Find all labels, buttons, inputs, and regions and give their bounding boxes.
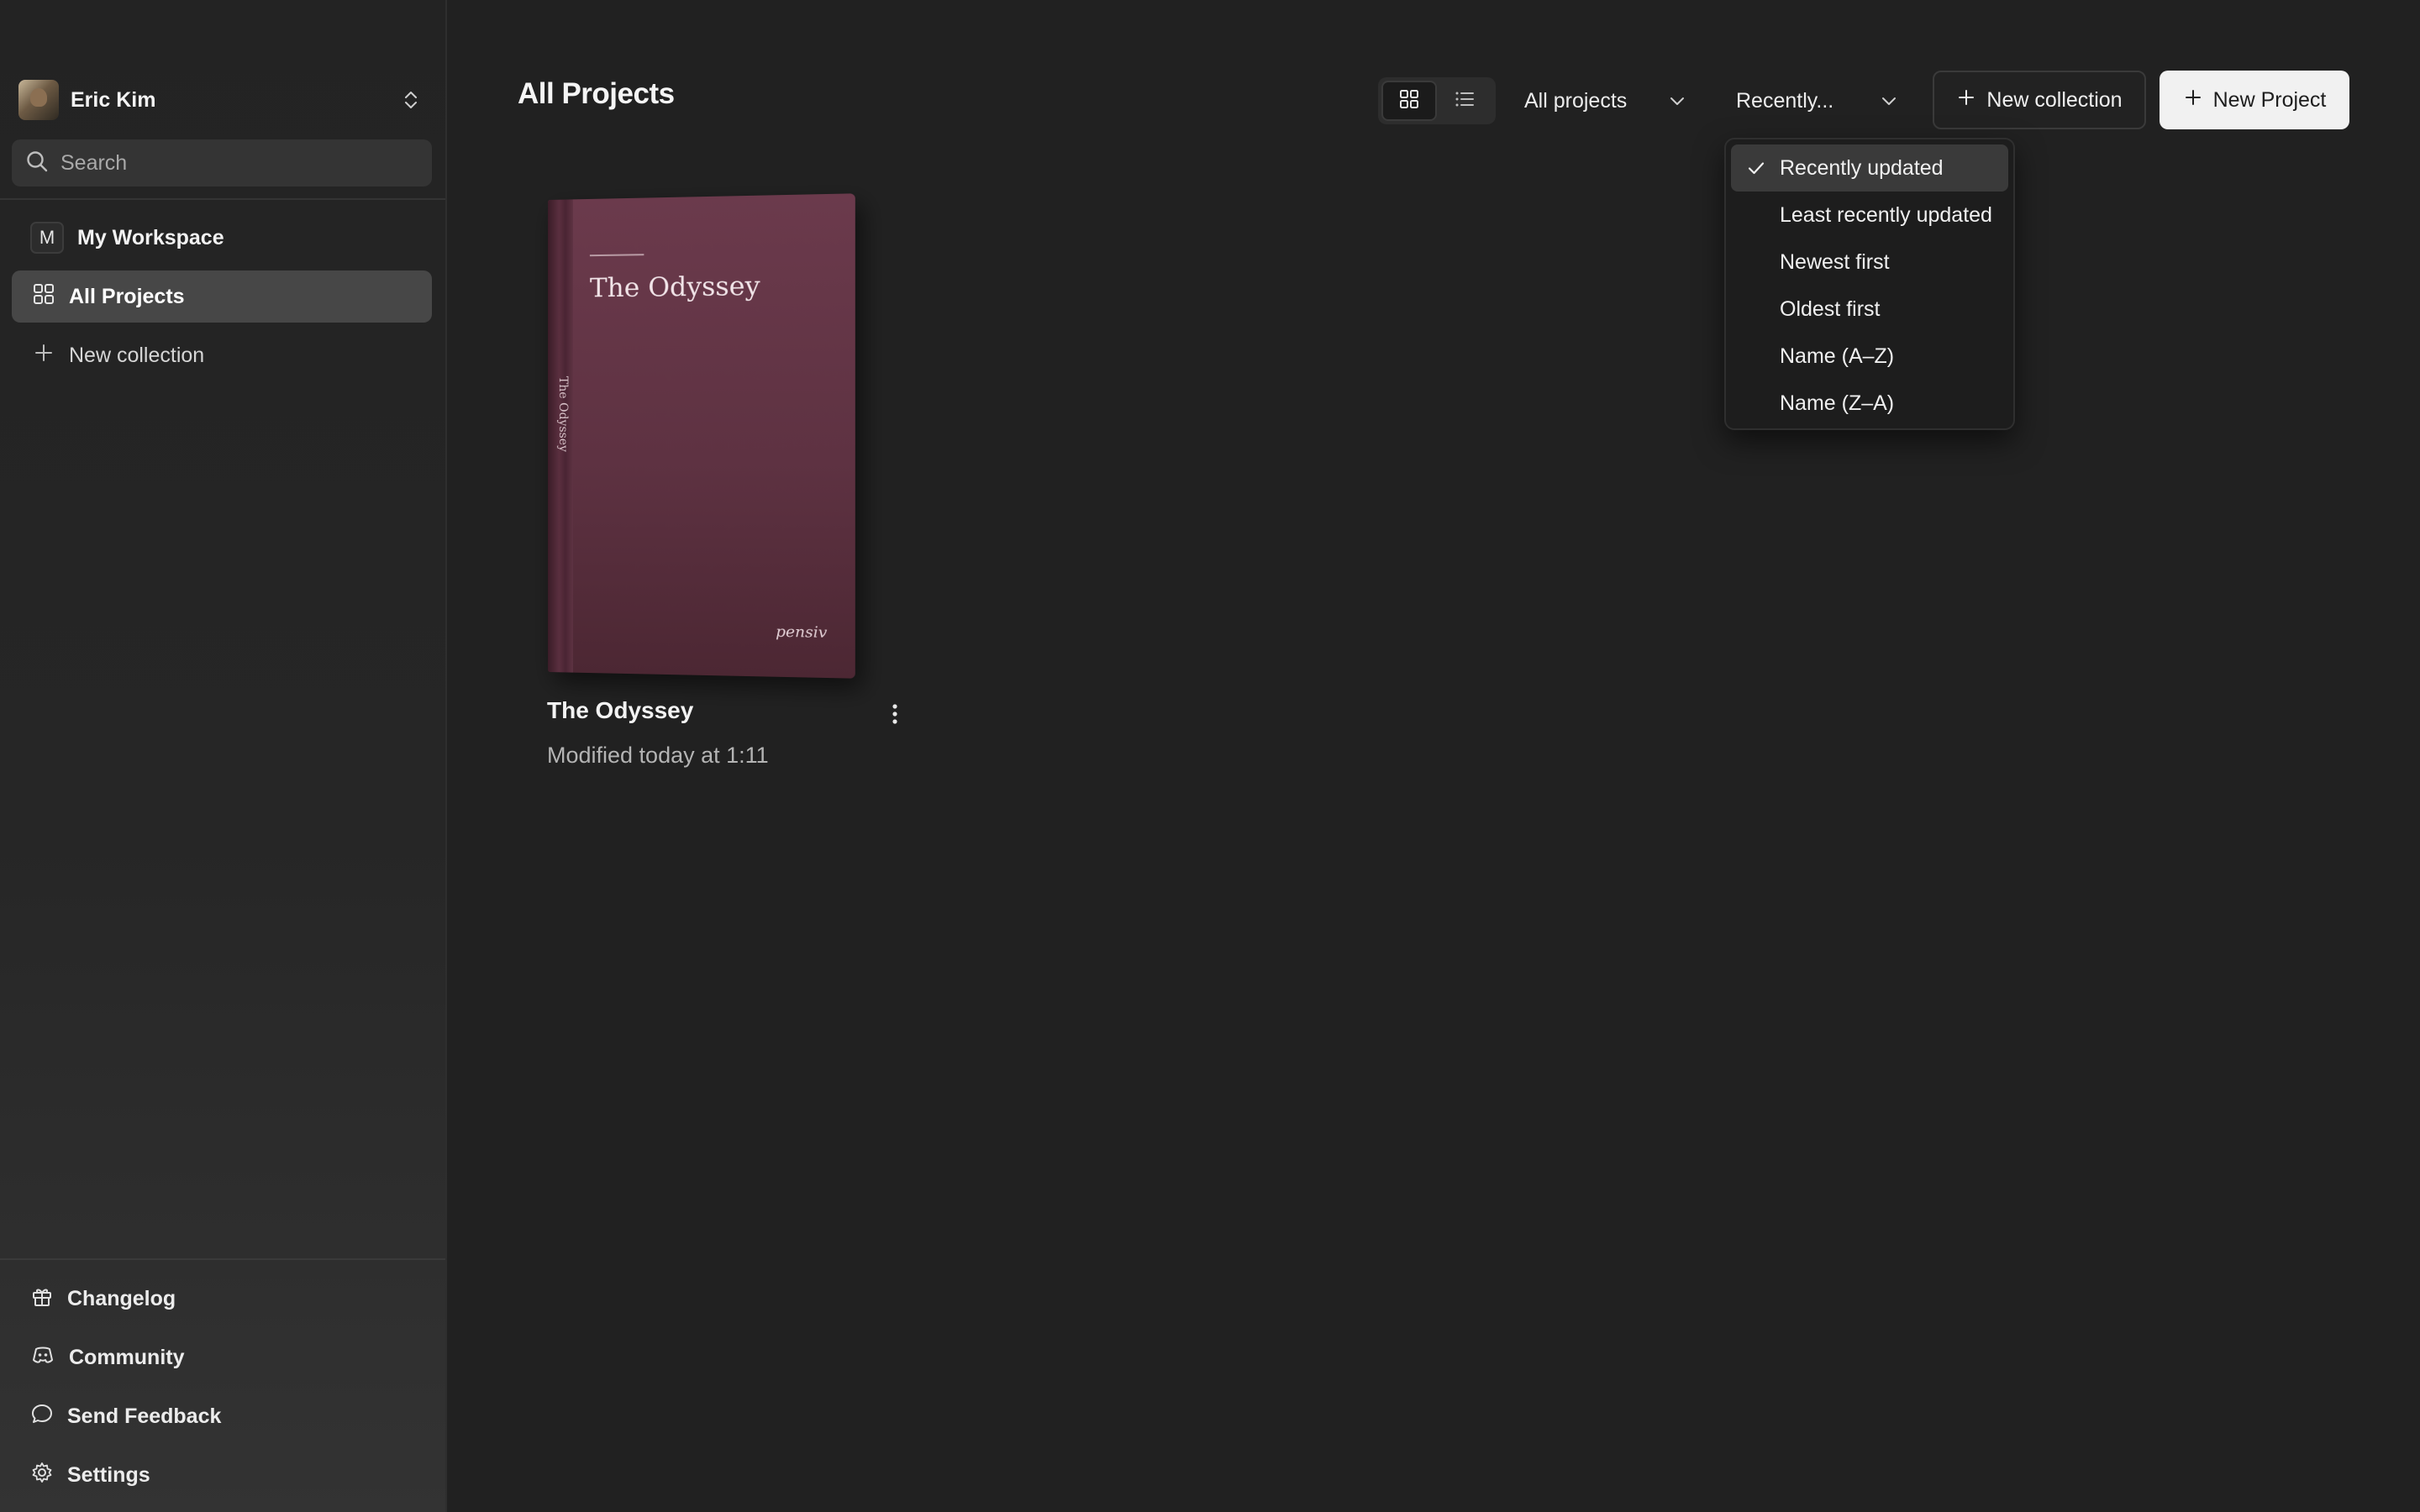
app-window: Eric Kim M My Workspace All Projects	[0, 0, 2420, 1512]
sort-option-newest-first[interactable]: Newest first	[1731, 239, 2008, 286]
sort-option-label: Recently updated	[1780, 156, 1944, 181]
workspace-item[interactable]: M My Workspace	[30, 220, 224, 255]
sort-option-label: Name (A–Z)	[1780, 344, 1894, 369]
chevron-down-icon	[1667, 91, 1687, 117]
workspace-name: My Workspace	[77, 226, 224, 250]
sidebar-item-label: Send Feedback	[67, 1404, 221, 1429]
new-project-label: New Project	[2213, 88, 2327, 113]
more-vertical-icon[interactable]	[882, 699, 908, 729]
check-icon	[1746, 158, 1766, 184]
message-icon	[30, 1402, 54, 1431]
sidebar-item-label: All Projects	[69, 285, 185, 309]
plus-icon	[1956, 87, 1976, 113]
sort-option-least-recently-updated[interactable]: Least recently updated	[1731, 192, 2008, 239]
sidebar-item-new-collection[interactable]: New collection	[12, 329, 432, 381]
search-input[interactable]	[59, 150, 412, 176]
user-name: Eric Kim	[71, 88, 400, 113]
project-filter-dropdown[interactable]: All projects	[1524, 77, 1692, 124]
workspace-badge: M	[30, 222, 64, 254]
book-cover: The Odyssey The Odyssey pensiv	[548, 193, 855, 678]
sort-option-recently-updated[interactable]: Recently updated	[1731, 144, 2008, 192]
avatar	[18, 80, 59, 120]
sidebar-item-label: Changelog	[67, 1287, 176, 1311]
sidebar-item-label: New collection	[69, 344, 204, 368]
sort-menu: Recently updated Least recently updated …	[1724, 138, 2015, 430]
list-icon	[1453, 87, 1476, 115]
chevron-updown-icon[interactable]	[400, 87, 422, 113]
sidebar-item-settings[interactable]: Settings	[30, 1457, 150, 1494]
gear-icon	[30, 1461, 54, 1490]
sort-option-label: Oldest first	[1780, 297, 1880, 322]
sort-option-oldest-first[interactable]: Oldest first	[1731, 286, 2008, 333]
project-card-cover[interactable]: The Odyssey The Odyssey pensiv	[548, 200, 849, 672]
book-spine-title: The Odyssey	[548, 376, 570, 477]
book-cover-title: The Odyssey	[590, 270, 760, 303]
sort-option-label: Newest first	[1780, 250, 1890, 275]
sidebar: Eric Kim M My Workspace All Projects	[0, 0, 447, 1512]
list-view-button[interactable]	[1437, 81, 1492, 121]
grid-icon	[32, 282, 55, 312]
sidebar-item-send-feedback[interactable]: Send Feedback	[30, 1398, 221, 1435]
sidebar-footer-divider	[0, 1258, 445, 1260]
search-box[interactable]	[12, 139, 432, 186]
sort-label: Recently...	[1736, 89, 1833, 113]
plus-icon	[2183, 87, 2203, 113]
sort-option-name-a-z[interactable]: Name (A–Z)	[1731, 333, 2008, 380]
sidebar-item-all-projects[interactable]: All Projects	[12, 270, 432, 323]
sort-dropdown[interactable]: Recently...	[1736, 77, 1904, 124]
new-collection-label: New collection	[1986, 88, 2122, 113]
search-icon	[25, 150, 49, 177]
view-toggle	[1378, 77, 1496, 124]
book-rule	[590, 254, 644, 256]
sidebar-item-label: Settings	[67, 1463, 150, 1488]
sidebar-item-community[interactable]: Community	[30, 1339, 185, 1376]
grid-view-button[interactable]	[1381, 81, 1437, 121]
sort-option-name-z-a[interactable]: Name (Z–A)	[1731, 380, 2008, 427]
project-filter-label: All projects	[1524, 89, 1627, 113]
new-project-button[interactable]: New Project	[2160, 71, 2349, 129]
sidebar-divider	[0, 198, 445, 200]
book-publisher: pensiv	[776, 622, 827, 642]
sort-option-label: Least recently updated	[1780, 203, 1992, 228]
sidebar-item-label: Community	[69, 1346, 185, 1370]
chevron-down-icon	[1879, 91, 1899, 117]
plus-icon	[32, 341, 55, 370]
new-collection-button[interactable]: New collection	[1933, 71, 2146, 129]
discord-icon	[30, 1343, 55, 1373]
gift-icon	[30, 1284, 54, 1314]
project-title[interactable]: The Odyssey	[547, 697, 693, 724]
user-switcher[interactable]: Eric Kim	[18, 81, 422, 119]
page-title: All Projects	[518, 77, 675, 111]
sort-option-label: Name (Z–A)	[1780, 391, 1894, 416]
sidebar-item-changelog[interactable]: Changelog	[30, 1280, 176, 1317]
project-modified: Modified today at 1:11	[547, 743, 769, 769]
grid-icon	[1397, 87, 1421, 115]
